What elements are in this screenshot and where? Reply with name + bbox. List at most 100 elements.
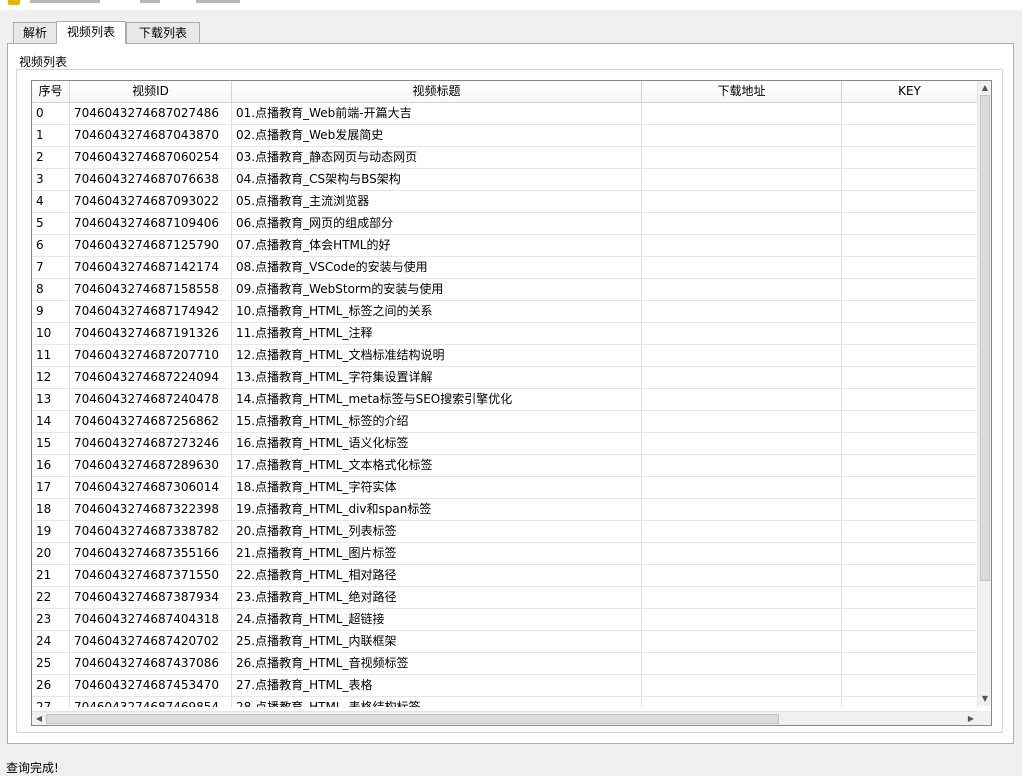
cell-video-title[interactable]: 07.点播教育_体会HTML的好: [232, 235, 642, 256]
cell-download-url[interactable]: [642, 279, 842, 300]
cell-video-title[interactable]: 10.点播教育_HTML_标签之间的关系: [232, 301, 642, 322]
cell-video-id[interactable]: 7046043274687289630: [70, 455, 232, 476]
cell-key[interactable]: [842, 543, 978, 564]
table-row[interactable]: 16 7046043274687289630 17.点播教育_HTML_文本格式化标…: [32, 455, 978, 477]
cell-key[interactable]: [842, 697, 978, 707]
cell-download-url[interactable]: [642, 433, 842, 454]
cell-video-title[interactable]: 14.点播教育_HTML_meta标签与SEO搜索引擎优化: [232, 389, 642, 410]
cell-video-id[interactable]: 7046043274687043870: [70, 125, 232, 146]
tab-video-list[interactable]: 视频列表: [56, 21, 126, 44]
column-header-video-id[interactable]: 视频ID: [70, 81, 232, 102]
cell-video-title[interactable]: 19.点播教育_HTML_div和span标签: [232, 499, 642, 520]
cell-video-title[interactable]: 12.点播教育_HTML_文档标准结构说明: [232, 345, 642, 366]
cell-key[interactable]: [842, 521, 978, 542]
table-row[interactable]: 15 7046043274687273246 16.点播教育_HTML_语义化标签: [32, 433, 978, 455]
cell-key[interactable]: [842, 609, 978, 630]
table-row[interactable]: 14 7046043274687256862 15.点播教育_HTML_标签的介绍: [32, 411, 978, 433]
cell-video-id[interactable]: 7046043274687076638: [70, 169, 232, 190]
cell-video-id[interactable]: 7046043274687437086: [70, 653, 232, 674]
cell-key[interactable]: [842, 477, 978, 498]
cell-video-id[interactable]: 7046043274687371550: [70, 565, 232, 586]
cell-video-title[interactable]: 28.点播教育_HTML_表格结构标签: [232, 697, 642, 707]
cell-download-url[interactable]: [642, 565, 842, 586]
cell-video-id[interactable]: 7046043274687174942: [70, 301, 232, 322]
cell-download-url[interactable]: [642, 653, 842, 674]
cell-key[interactable]: [842, 279, 978, 300]
cell-index[interactable]: 18: [32, 499, 70, 520]
cell-download-url[interactable]: [642, 455, 842, 476]
table-row[interactable]: 25 7046043274687437086 26.点播教育_HTML_音视频标签: [32, 653, 978, 675]
cell-key[interactable]: [842, 301, 978, 322]
cell-download-url[interactable]: [642, 323, 842, 344]
table-row[interactable]: 7 7046043274687142174 08.点播教育_VSCode的安装与使用: [32, 257, 978, 279]
cell-video-id[interactable]: 7046043274687453470: [70, 675, 232, 696]
cell-download-url[interactable]: [642, 499, 842, 520]
cell-video-title[interactable]: 02.点播教育_Web发展简史: [232, 125, 642, 146]
cell-video-title[interactable]: 17.点播教育_HTML_文本格式化标签: [232, 455, 642, 476]
cell-key[interactable]: [842, 653, 978, 674]
cell-index[interactable]: 0: [32, 103, 70, 124]
cell-video-id[interactable]: 7046043274687191326: [70, 323, 232, 344]
table-row[interactable]: 9 7046043274687174942 10.点播教育_HTML_标签之间的关系: [32, 301, 978, 323]
cell-key[interactable]: [842, 213, 978, 234]
table-row[interactable]: 2 7046043274687060254 03.点播教育_静态网页与动态网页: [32, 147, 978, 169]
cell-video-title[interactable]: 21.点播教育_HTML_图片标签: [232, 543, 642, 564]
cell-index[interactable]: 11: [32, 345, 70, 366]
cell-video-title[interactable]: 24.点播教育_HTML_超链接: [232, 609, 642, 630]
cell-download-url[interactable]: [642, 587, 842, 608]
cell-key[interactable]: [842, 125, 978, 146]
cell-key[interactable]: [842, 257, 978, 278]
cell-video-title[interactable]: 11.点播教育_HTML_注释: [232, 323, 642, 344]
cell-download-url[interactable]: [642, 389, 842, 410]
cell-index[interactable]: 12: [32, 367, 70, 388]
cell-key[interactable]: [842, 345, 978, 366]
cell-video-id[interactable]: 7046043274687355166: [70, 543, 232, 564]
cell-video-title[interactable]: 22.点播教育_HTML_相对路径: [232, 565, 642, 586]
horizontal-scroll-thumb[interactable]: [46, 714, 779, 724]
cell-download-url[interactable]: [642, 191, 842, 212]
table-row[interactable]: 11 7046043274687207710 12.点播教育_HTML_文档标准结构…: [32, 345, 978, 367]
vertical-scrollbar[interactable]: ▲ ▼: [977, 81, 991, 706]
cell-index[interactable]: 2: [32, 147, 70, 168]
table-row[interactable]: 22 7046043274687387934 23.点播教育_HTML_绝对路径: [32, 587, 978, 609]
cell-video-title[interactable]: 26.点播教育_HTML_音视频标签: [232, 653, 642, 674]
horizontal-scrollbar[interactable]: ◀ ▶: [32, 711, 978, 725]
table-row[interactable]: 8 7046043274687158558 09.点播教育_WebStorm的安装与…: [32, 279, 978, 301]
cell-download-url[interactable]: [642, 103, 842, 124]
cell-index[interactable]: 14: [32, 411, 70, 432]
cell-key[interactable]: [842, 169, 978, 190]
vertical-scroll-thumb[interactable]: [980, 95, 990, 581]
table-row[interactable]: 10 7046043274687191326 11.点播教育_HTML_注释: [32, 323, 978, 345]
cell-index[interactable]: 25: [32, 653, 70, 674]
cell-index[interactable]: 3: [32, 169, 70, 190]
column-header-index[interactable]: 序号: [32, 81, 70, 102]
cell-key[interactable]: [842, 587, 978, 608]
video-table[interactable]: 序号 视频ID 视频标题 下载地址 KEY 0 70460432746870274…: [31, 80, 992, 726]
cell-download-url[interactable]: [642, 147, 842, 168]
table-row[interactable]: 18 7046043274687322398 19.点播教育_HTML_div和sp…: [32, 499, 978, 521]
cell-key[interactable]: [842, 191, 978, 212]
column-header-download-url[interactable]: 下载地址: [642, 81, 842, 102]
cell-download-url[interactable]: [642, 125, 842, 146]
table-row[interactable]: 13 7046043274687240478 14.点播教育_HTML_meta标签…: [32, 389, 978, 411]
cell-index[interactable]: 10: [32, 323, 70, 344]
cell-index[interactable]: 1: [32, 125, 70, 146]
column-header-video-title[interactable]: 视频标题: [232, 81, 642, 102]
cell-key[interactable]: [842, 389, 978, 410]
cell-index[interactable]: 6: [32, 235, 70, 256]
cell-index[interactable]: 26: [32, 675, 70, 696]
table-row[interactable]: 1 7046043274687043870 02.点播教育_Web发展简史: [32, 125, 978, 147]
cell-download-url[interactable]: [642, 521, 842, 542]
cell-video-id[interactable]: 7046043274687158558: [70, 279, 232, 300]
cell-video-title[interactable]: 03.点播教育_静态网页与动态网页: [232, 147, 642, 168]
cell-key[interactable]: [842, 411, 978, 432]
table-row[interactable]: 0 7046043274687027486 01.点播教育_Web前端-开篇大吉: [32, 103, 978, 125]
cell-video-title[interactable]: 20.点播教育_HTML_列表标签: [232, 521, 642, 542]
table-row[interactable]: 5 7046043274687109406 06.点播教育_网页的组成部分: [32, 213, 978, 235]
cell-video-id[interactable]: 7046043274687060254: [70, 147, 232, 168]
tab-download-list[interactable]: 下载列表: [126, 22, 200, 43]
cell-download-url[interactable]: [642, 301, 842, 322]
cell-index[interactable]: 5: [32, 213, 70, 234]
cell-video-id[interactable]: 7046043274687240478: [70, 389, 232, 410]
cell-key[interactable]: [842, 631, 978, 652]
